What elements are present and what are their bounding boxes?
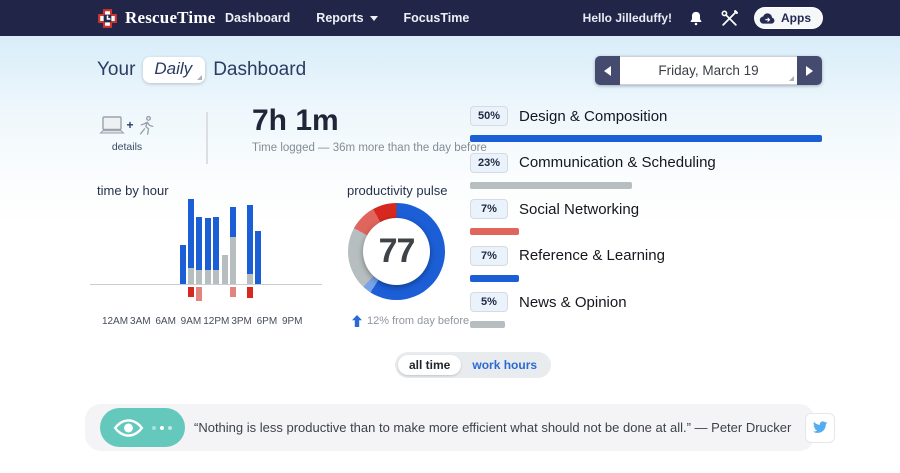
apps-button-label: Apps	[781, 11, 811, 25]
focus-eye-pill[interactable]	[100, 408, 185, 447]
runner-icon	[136, 114, 156, 137]
prev-day-button[interactable]	[595, 56, 620, 85]
pulse-change-text: 12% from day before	[367, 315, 470, 327]
pulse-donut-hole: 77	[363, 218, 430, 285]
rescuetime-daily-dashboard: RescueTime Dashboard Reports FocusTime H…	[0, 0, 900, 473]
nav-link-dashboard[interactable]: Dashboard	[225, 11, 290, 25]
tab-work-hours[interactable]: work hours	[461, 355, 548, 375]
category-item: 50% Design & Composition	[470, 106, 830, 153]
category-head: 50% Design & Composition	[470, 106, 830, 126]
rescuetime-cross-clock-icon	[97, 8, 118, 29]
pulse-change: 12% from day before	[352, 315, 469, 327]
time-logged-value: 7h 1m	[252, 104, 339, 137]
category-percent: 50%	[470, 106, 508, 126]
category-item: 7% Reference & Learning	[470, 245, 830, 293]
pulse-donut-chart: 77	[348, 203, 445, 300]
category-label[interactable]: Social Networking	[519, 201, 639, 218]
arrow-up-icon	[352, 315, 362, 327]
category-percent: 7%	[470, 199, 508, 219]
date-label: Friday, March 19	[658, 63, 759, 78]
caret-down-icon	[369, 15, 378, 21]
category-head: 7% Social Networking	[470, 199, 830, 219]
summary-divider	[206, 112, 208, 164]
category-item: 7% Social Networking	[470, 199, 830, 246]
brand-wordmark: RescueTime	[125, 8, 216, 27]
period-selector[interactable]: Daily	[143, 57, 206, 83]
date-dropdown-corner-icon	[789, 76, 794, 81]
title-suffix: Dashboard	[213, 59, 307, 80]
tab-all-time[interactable]: all time	[398, 355, 462, 375]
category-bar	[470, 321, 506, 328]
pulse-score: 77	[378, 232, 416, 270]
time-scope-tabs: all time work hours	[395, 352, 552, 378]
nav-right-cluster: Hello Jilleduffy! Apps	[583, 0, 822, 36]
category-item: 23% Communication & Scheduling	[470, 152, 830, 200]
quote-text: “Nothing is less productive than to make…	[194, 420, 792, 435]
date-picker: Friday, March 19	[595, 56, 822, 85]
page-title: Your Daily Dashboard	[97, 57, 306, 83]
category-bar	[470, 181, 632, 189]
ellipsis-dots-icon	[152, 425, 172, 430]
apps-button[interactable]: Apps	[755, 8, 822, 28]
hour-chart-title: time by hour	[97, 183, 169, 198]
category-bar	[470, 228, 520, 235]
category-list: 50% Design & Composition 23% Communicati…	[470, 106, 830, 339]
nav-link-reports[interactable]: Reports	[316, 11, 378, 25]
laptop-icon	[98, 115, 125, 135]
date-field[interactable]: Friday, March 19	[620, 56, 797, 85]
category-label[interactable]: Design & Composition	[519, 108, 667, 125]
settings-button[interactable]	[720, 9, 739, 28]
hour-chart-x-labels: 12AM 3AM 6AM 9AM 12PM 3PM 6PM 9PM	[101, 316, 303, 327]
pulse-title: productivity pulse	[347, 183, 448, 198]
user-greeting: Hello Jilleduffy!	[582, 11, 672, 25]
dropdown-corner-icon	[197, 75, 203, 80]
category-bar	[470, 135, 822, 142]
category-head: 5% News & Opinion	[470, 292, 830, 312]
quote-bar: “Nothing is less productive than to make…	[85, 404, 836, 451]
eye-icon	[113, 418, 144, 438]
category-head: 23% Communication & Scheduling	[470, 152, 830, 173]
category-bar	[470, 274, 520, 282]
tools-icon	[720, 9, 739, 28]
prev-arrow-icon	[604, 65, 611, 76]
title-prefix: Your	[97, 59, 136, 80]
top-navbar: RescueTime Dashboard Reports FocusTime H…	[0, 0, 900, 36]
plus-sign: +	[126, 118, 134, 132]
time-logged-block: 7h 1m Time logged — 36m more than the da…	[252, 103, 487, 154]
hour-chart	[90, 198, 322, 302]
category-head: 7% Reference & Learning	[470, 245, 830, 266]
twitter-bird-icon	[812, 421, 828, 434]
cloud-arrow-icon	[759, 11, 776, 25]
details-link[interactable]: + details	[98, 112, 156, 153]
nav-links: Dashboard Reports FocusTime	[225, 0, 469, 36]
category-percent: 7%	[470, 245, 508, 266]
bell-icon	[688, 10, 704, 27]
details-label: details	[111, 141, 143, 153]
details-icons: +	[98, 112, 156, 138]
category-percent: 23%	[470, 152, 508, 173]
category-item: 5% News & Opinion	[470, 292, 830, 339]
nav-link-focustime[interactable]: FocusTime	[404, 11, 470, 25]
category-label[interactable]: News & Opinion	[519, 294, 627, 311]
next-arrow-icon	[806, 65, 813, 76]
category-label[interactable]: Reference & Learning	[519, 247, 665, 264]
next-day-button[interactable]	[797, 56, 822, 85]
rescuetime-brand[interactable]: RescueTime	[97, 0, 215, 36]
time-logged-note: Time logged — 36m more than the day befo…	[252, 142, 487, 154]
tweet-quote-button[interactable]	[805, 412, 836, 443]
category-label[interactable]: Communication & Scheduling	[519, 154, 716, 171]
period-selector-value: Daily	[154, 59, 193, 78]
notifications-button[interactable]	[688, 10, 704, 27]
category-percent: 5%	[470, 292, 508, 312]
